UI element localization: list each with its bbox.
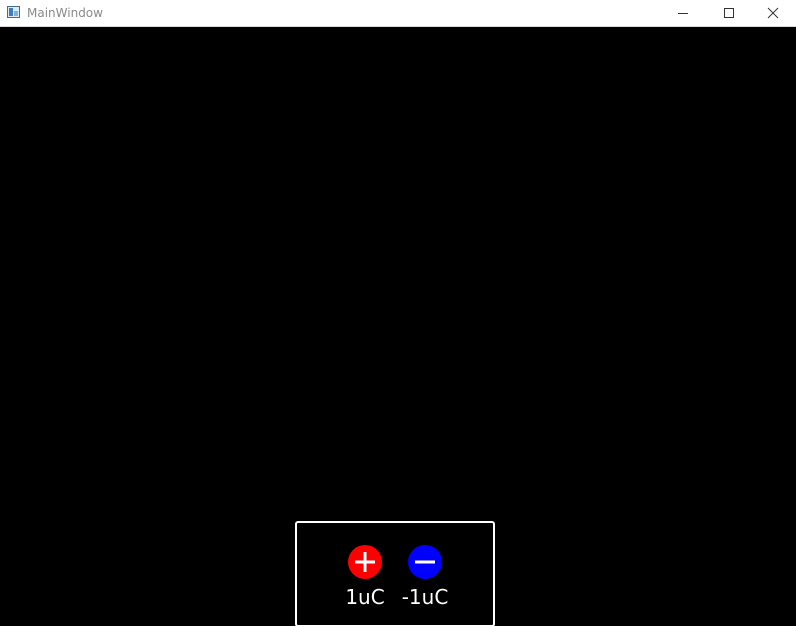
- minimize-button[interactable]: [660, 0, 706, 26]
- main-window: MainWindow 1uC -1uC: [0, 0, 796, 626]
- positive-charge-item[interactable]: 1uC: [335, 545, 395, 615]
- app-window-icon: [7, 6, 20, 18]
- window-title: MainWindow: [27, 6, 103, 20]
- negative-charge-item[interactable]: -1uC: [395, 545, 455, 615]
- close-button[interactable]: [750, 0, 796, 26]
- charge-palette: 1uC -1uC: [295, 521, 495, 626]
- positive-charge-label: 1uC: [345, 585, 385, 609]
- close-icon: [767, 7, 779, 19]
- negative-charge-label: -1uC: [401, 585, 449, 609]
- maximize-icon: [724, 8, 734, 18]
- title-bar[interactable]: MainWindow: [0, 0, 796, 27]
- plus-icon: [348, 545, 382, 579]
- minus-icon: [408, 545, 442, 579]
- maximize-button[interactable]: [706, 0, 752, 26]
- minimize-icon: [678, 13, 688, 14]
- simulation-canvas[interactable]: 1uC -1uC: [0, 27, 796, 626]
